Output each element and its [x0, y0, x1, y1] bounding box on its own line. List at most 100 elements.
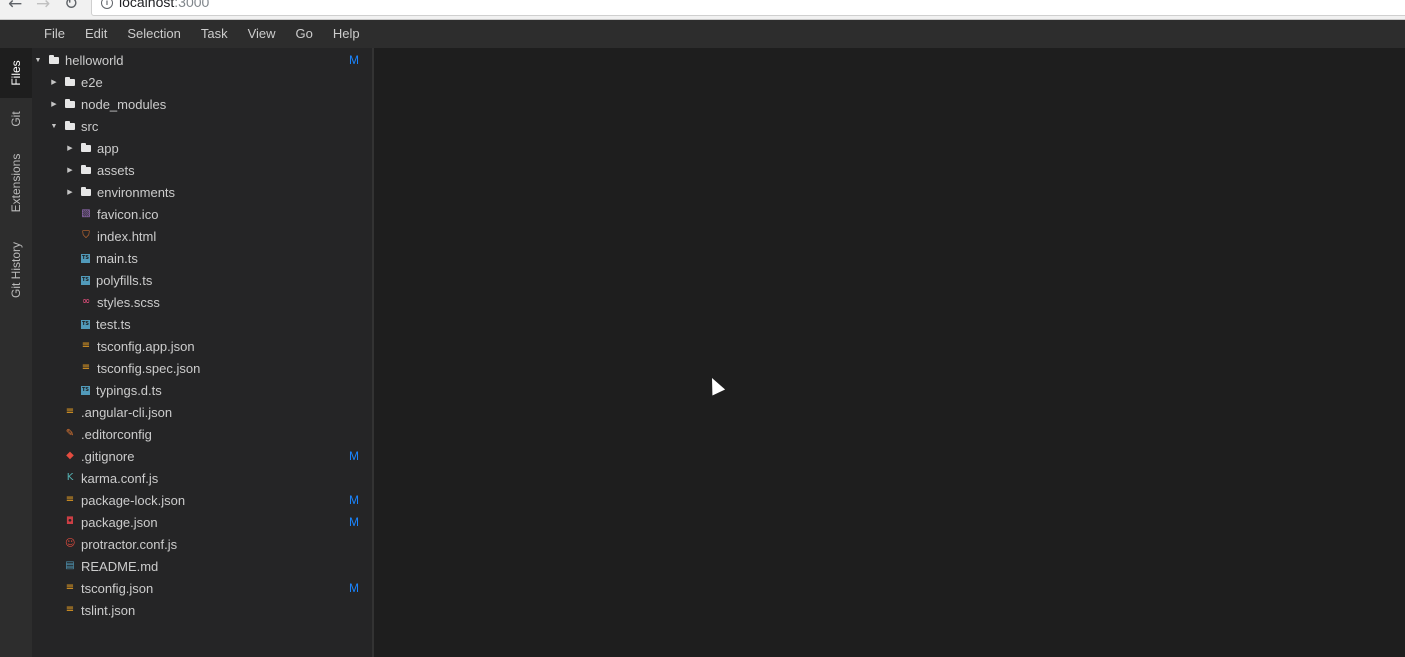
tree-folder-row[interactable]: ▼ src — [32, 115, 372, 137]
tree-item-label: tslint.json — [81, 602, 136, 618]
tree-item-label: protractor.conf.js — [81, 536, 178, 552]
menu-help[interactable]: Help — [323, 20, 370, 48]
tab-extensions[interactable]: Extensions — [0, 140, 32, 226]
tab-files-label: Files — [9, 60, 23, 86]
tree-file-row[interactable]: ⛉ index.html — [32, 225, 372, 247]
tree-folder-row[interactable]: ▼ helloworld M — [32, 49, 372, 71]
folder-icon — [81, 164, 91, 174]
back-arrow-icon[interactable]: ← — [8, 0, 22, 14]
tab-files[interactable]: Files — [0, 48, 32, 98]
chevron-down-icon[interactable]: ▼ — [33, 57, 43, 64]
menu-task[interactable]: Task — [191, 20, 238, 48]
file-explorer: ▼ helloworld M ▶ e2e ▶ node_modules ▼ src ▶ app ▶ as… — [32, 48, 372, 657]
tab-git-history[interactable]: Git History — [0, 226, 32, 314]
chevron-down-icon[interactable]: ▼ — [49, 123, 59, 130]
menu-selection[interactable]: Selection — [117, 20, 190, 48]
json-file-icon: ≡ — [65, 406, 75, 417]
modified-badge: M — [349, 493, 359, 507]
tree-folder-row[interactable]: ▶ e2e — [32, 71, 372, 93]
npm-file-icon: ◘ — [66, 516, 74, 527]
json-file-icon: ≡ — [81, 362, 91, 373]
chevron-right-icon[interactable]: ▶ — [65, 144, 75, 152]
tree-item-label: .angular-cli.json — [81, 404, 173, 420]
folder-icon — [49, 54, 59, 64]
tree-item-label: node_modules — [81, 96, 167, 112]
tree-item-label: assets — [97, 162, 135, 178]
tree-item-label: README.md — [81, 558, 159, 574]
tree-file-row[interactable]: TS polyfills.ts — [32, 269, 372, 291]
tree-item-label: app — [97, 140, 119, 156]
tree-file-row[interactable]: ▧ favicon.ico — [32, 203, 372, 225]
menu-go[interactable]: Go — [286, 20, 323, 48]
tree-file-row[interactable]: ≡ package-lock.json M — [32, 489, 372, 511]
tree-folder-row[interactable]: ▶ node_modules — [32, 93, 372, 115]
tree-folder-row[interactable]: ▶ assets — [32, 159, 372, 181]
forward-arrow-icon[interactable]: → — [36, 0, 50, 14]
reload-icon[interactable]: ↻ — [64, 0, 78, 14]
tab-git[interactable]: Git — [0, 98, 32, 140]
tree-file-row[interactable]: ≡ tsconfig.spec.json — [32, 357, 372, 379]
address-bar[interactable]: i localhost:3000 — [91, 0, 1405, 16]
tree-item-label: helloworld — [65, 52, 124, 68]
tree-file-row[interactable]: ▤ README.md — [32, 555, 372, 577]
html-file-icon: ⛉ — [82, 230, 90, 241]
tab-git-label: Git — [9, 111, 23, 127]
typescript-file-icon: TS — [81, 253, 90, 263]
tree-file-row[interactable]: ≡ tsconfig.json M — [32, 577, 372, 599]
tree-item-label: styles.scss — [97, 294, 160, 310]
tree-file-row[interactable]: ◘ package.json M — [32, 511, 372, 533]
tree-file-row[interactable]: ☺ protractor.conf.js — [32, 533, 372, 555]
editorconfig-file-icon: ✎ — [65, 428, 75, 439]
folder-icon — [81, 186, 91, 196]
tree-item-label: favicon.ico — [97, 206, 159, 222]
tree-item-label: tsconfig.json — [81, 580, 154, 596]
tree-file-row[interactable]: ≡ tsconfig.app.json — [32, 335, 372, 357]
tree-folder-row[interactable]: ▶ app — [32, 137, 372, 159]
tree-item-label: karma.conf.js — [81, 470, 159, 486]
tree-file-row[interactable]: TS test.ts — [32, 313, 372, 335]
menu-view[interactable]: View — [238, 20, 286, 48]
tree-file-row[interactable]: ≡ tslint.json — [32, 599, 372, 621]
tree-item-label: tsconfig.spec.json — [97, 360, 201, 376]
tree-file-row[interactable]: ✎ .editorconfig — [32, 423, 372, 445]
url-text: localhost:3000 — [119, 0, 209, 10]
chevron-right-icon[interactable]: ▶ — [65, 188, 75, 196]
typescript-file-icon: TS — [81, 319, 90, 329]
modified-badge: M — [349, 515, 359, 529]
tree-file-row[interactable]: ∞ styles.scss — [32, 291, 372, 313]
typescript-file-icon: TS — [81, 275, 90, 285]
tree-item-label: typings.d.ts — [96, 382, 162, 398]
chevron-right-icon[interactable]: ▶ — [65, 166, 75, 174]
folder-icon — [81, 142, 91, 152]
editor-area[interactable] — [374, 48, 1405, 657]
tree-item-label: tsconfig.app.json — [97, 338, 195, 354]
info-icon[interactable]: i — [101, 0, 113, 9]
chevron-right-icon[interactable]: ▶ — [49, 100, 59, 108]
folder-icon — [65, 98, 75, 108]
karma-file-icon: K — [66, 472, 74, 483]
browser-toolbar: ← → ↻ i localhost:3000 — [0, 0, 1405, 20]
chevron-right-icon[interactable]: ▶ — [49, 78, 59, 86]
tree-folder-row[interactable]: ▶ environments — [32, 181, 372, 203]
folder-icon — [65, 120, 75, 130]
modified-badge: M — [349, 53, 359, 67]
tree-item-label: .editorconfig — [81, 426, 152, 442]
typescript-file-icon: TS — [81, 385, 90, 395]
side-tab-bar: Files Git Extensions Git History — [0, 48, 32, 657]
tree-file-row[interactable]: TS main.ts — [32, 247, 372, 269]
json-file-icon: ≡ — [65, 604, 75, 615]
menu-file[interactable]: File — [34, 20, 75, 48]
menu-bar: File Edit Selection Task View Go Help — [0, 20, 1405, 48]
git-file-icon: ◆ — [66, 450, 74, 461]
tree-file-row[interactable]: Kkarma.conf.js — [32, 467, 372, 489]
tree-file-row[interactable]: ≡ .angular-cli.json — [32, 401, 372, 423]
tree-item-label: e2e — [81, 74, 103, 90]
tab-git-history-label: Git History — [9, 241, 23, 299]
url-host: localhost — [119, 0, 175, 10]
tree-file-row[interactable]: TS typings.d.ts — [32, 379, 372, 401]
menu-edit[interactable]: Edit — [75, 20, 117, 48]
url-port: :3000 — [174, 0, 210, 10]
tab-extensions-label: Extensions — [9, 153, 23, 213]
scss-file-icon: ∞ — [81, 296, 91, 307]
tree-file-row[interactable]: ◆ .gitignore M — [32, 445, 372, 467]
